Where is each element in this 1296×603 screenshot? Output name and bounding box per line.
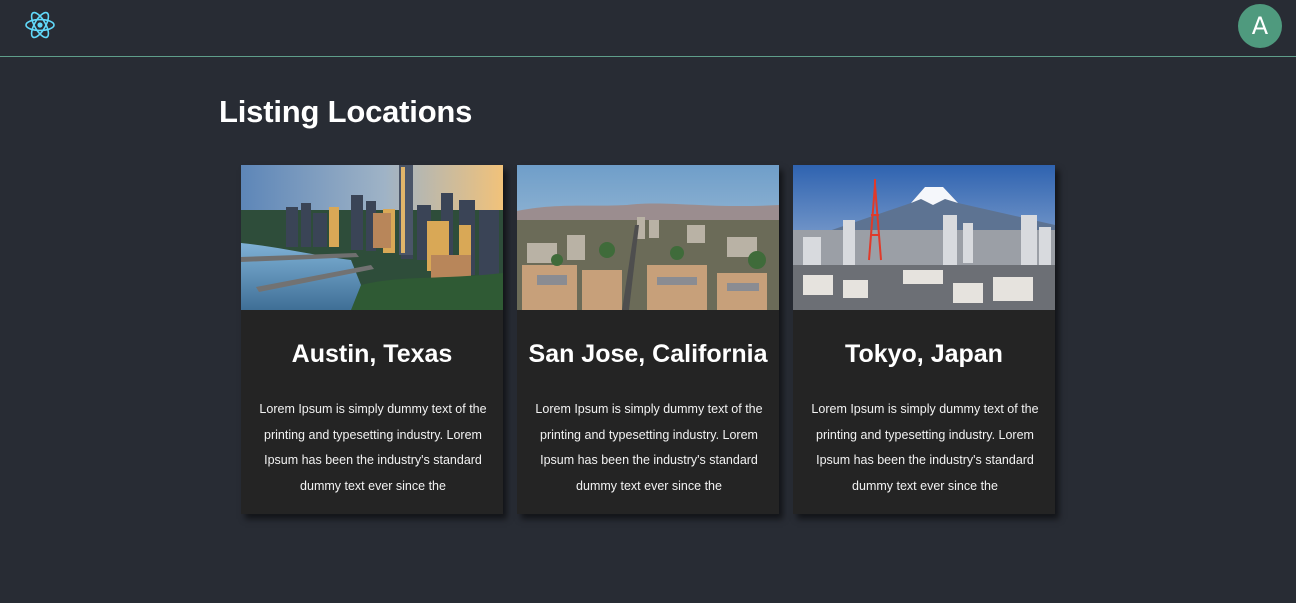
- location-card-austin[interactable]: Austin, Texas Lorem Ipsum is simply dumm…: [241, 165, 503, 514]
- card-title: Austin, Texas: [291, 340, 453, 368]
- tokyo-mount-fuji-image: [793, 165, 1055, 310]
- page-title: Listing Locations: [219, 94, 473, 129]
- location-card-san-jose[interactable]: San Jose, California Lorem Ipsum is simp…: [517, 165, 779, 514]
- san-jose-cityscape-image: [517, 165, 779, 310]
- card-title: San Jose, California: [528, 340, 768, 368]
- react-logo-icon[interactable]: [24, 9, 56, 41]
- card-description: Lorem Ipsum is simply dummy text of the …: [811, 402, 1039, 493]
- top-navbar: A: [0, 0, 1296, 57]
- card-description: Lorem Ipsum is simply dummy text of the …: [259, 402, 487, 493]
- user-avatar[interactable]: A: [1238, 4, 1282, 48]
- card-description: Lorem Ipsum is simply dummy text of the …: [535, 402, 763, 493]
- location-card-tokyo[interactable]: Tokyo, Japan Lorem Ipsum is simply dummy…: [793, 165, 1055, 514]
- card-title: Tokyo, Japan: [845, 340, 1003, 368]
- location-cards: Austin, Texas Lorem Ipsum is simply dumm…: [241, 165, 1055, 514]
- austin-skyline-image: [241, 165, 503, 310]
